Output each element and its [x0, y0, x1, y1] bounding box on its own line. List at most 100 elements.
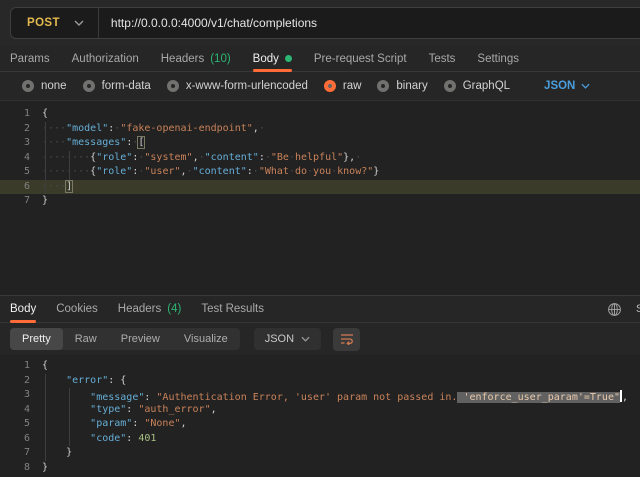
- code-line: 4 "type": "auth_error",: [0, 403, 640, 418]
- view-pretty[interactable]: Pretty: [10, 328, 63, 350]
- request-body-editor[interactable]: 1{2····"model":·"fake-openai-endpoint",·…: [0, 100, 640, 295]
- tab-label: Body: [253, 53, 279, 65]
- body-mode-none[interactable]: none: [22, 80, 67, 92]
- chevron-down-icon[interactable]: [74, 20, 84, 26]
- line-number: 2: [0, 122, 42, 137]
- code-content: ····"messages":·[: [42, 136, 144, 151]
- radio-icon: [444, 80, 456, 92]
- line-number: 8: [0, 461, 42, 476]
- code-line: 2 "error": {: [0, 374, 640, 389]
- tab-label: Authorization: [72, 53, 139, 65]
- body-modes: none form-data x-www-form-urlencoded raw bin…: [22, 80, 510, 92]
- code-content: {: [42, 359, 48, 374]
- code-content: "code": 401: [42, 432, 156, 447]
- body-mode-x-www-form-urlencoded[interactable]: x-www-form-urlencoded: [167, 80, 308, 92]
- tab-count-badge: (4): [167, 303, 181, 315]
- tab-label: Settings: [477, 53, 519, 65]
- line-number: 3: [0, 136, 42, 151]
- line-number: 2: [0, 374, 42, 389]
- save-response-button[interactable]: S: [636, 303, 640, 315]
- code-line: 8}: [0, 461, 640, 476]
- line-number: 4: [0, 403, 42, 418]
- body-mode-form-data[interactable]: form-data: [83, 80, 151, 92]
- code-content: "error": {: [42, 374, 126, 389]
- tab-label: Test Results: [201, 303, 264, 315]
- view-raw[interactable]: Raw: [63, 328, 109, 350]
- request-tab-settings[interactable]: Settings: [477, 46, 519, 71]
- line-number: 1: [0, 107, 42, 122]
- code-content: "message": "Authentication Error, 'user'…: [42, 388, 628, 403]
- green-dot-icon: [285, 55, 292, 62]
- code-content: }: [42, 194, 48, 209]
- response-view-switch: PrettyRawPreviewVisualize: [10, 328, 240, 350]
- request-language-select[interactable]: JSON: [544, 80, 590, 92]
- code-line: 2····"model":·"fake-openai-endpoint",·: [0, 122, 640, 137]
- code-content: ····"model":·"fake-openai-endpoint",·: [42, 122, 265, 137]
- response-tab-cookies[interactable]: Cookies: [56, 296, 98, 322]
- body-mode-binary[interactable]: binary: [377, 80, 427, 92]
- indent-guide: [45, 374, 46, 461]
- indent-guide: [45, 122, 46, 195]
- code-line: 7 }: [0, 446, 640, 461]
- body-mode-graphql[interactable]: GraphQL: [444, 80, 510, 92]
- line-number: 3: [0, 388, 42, 403]
- response-body-editor[interactable]: 1{2 "error": {3 "message": "Authenticati…: [0, 355, 640, 477]
- line-number: 7: [0, 194, 42, 209]
- code-line: 1{: [0, 107, 640, 122]
- code-content: {: [42, 107, 48, 122]
- request-tab-authorization[interactable]: Authorization: [72, 46, 139, 71]
- response-tab-body[interactable]: Body: [10, 296, 36, 322]
- tab-label: Headers: [118, 303, 161, 315]
- request-url-bar: POST http://0.0.0.0:4000/v1/chat/complet…: [0, 0, 640, 46]
- chevron-down-icon: [301, 336, 310, 342]
- code-content: }: [42, 446, 72, 461]
- url-container: POST http://0.0.0.0:4000/v1/chat/complet…: [10, 7, 640, 39]
- request-tab-pre-request-script[interactable]: Pre-request Script: [314, 46, 407, 71]
- code-content: ········{"role":·"system",·"content":·"B…: [42, 151, 361, 166]
- code-content: }: [42, 461, 48, 476]
- request-language-label: JSON: [544, 80, 575, 92]
- globe-icon[interactable]: [607, 302, 622, 317]
- method-selector[interactable]: POST: [11, 17, 74, 29]
- code-line: 3····"messages":·[: [0, 136, 640, 151]
- request-tab-params[interactable]: Params: [10, 46, 50, 71]
- code-line: 1{: [0, 359, 640, 374]
- radio-icon: [22, 80, 34, 92]
- line-number: 1: [0, 359, 42, 374]
- line-number: 5: [0, 417, 42, 432]
- line-number: 6: [0, 432, 42, 447]
- body-mode-raw[interactable]: raw: [324, 80, 362, 92]
- tab-count-badge: (10): [210, 53, 230, 65]
- response-tab-headers[interactable]: Headers (4): [118, 296, 182, 322]
- code-line: 5········{"role":·"user",·"content":·"Wh…: [0, 165, 640, 180]
- chevron-down-icon: [581, 83, 590, 89]
- wrap-text-icon: [340, 333, 354, 345]
- code-line: 6····]: [0, 180, 640, 195]
- tab-label: Headers: [161, 53, 204, 65]
- response-language-select[interactable]: JSON: [254, 328, 321, 350]
- mode-label: x-www-form-urlencoded: [186, 80, 308, 92]
- request-tab-headers[interactable]: Headers (10): [161, 46, 231, 71]
- tab-label: Params: [10, 53, 50, 65]
- code-line: 4········{"role":·"system",·"content":·"…: [0, 151, 640, 166]
- response-tab-test-results[interactable]: Test Results: [201, 296, 264, 322]
- mode-label: none: [41, 80, 67, 92]
- mode-label: form-data: [102, 80, 151, 92]
- view-preview[interactable]: Preview: [109, 328, 172, 350]
- code-line: 7}: [0, 194, 640, 209]
- radio-icon: [83, 80, 95, 92]
- tab-label: Pre-request Script: [314, 53, 407, 65]
- url-input[interactable]: http://0.0.0.0:4000/v1/chat/completions: [99, 16, 317, 30]
- body-mode-row: none form-data x-www-form-urlencoded raw bin…: [0, 72, 640, 100]
- wrap-text-button[interactable]: [333, 328, 360, 351]
- indent-guide: [69, 388, 70, 446]
- code-line: 3 "message": "Authentication Error, 'use…: [0, 388, 640, 403]
- request-tab-body[interactable]: Body: [253, 46, 292, 71]
- code-content: "param": "None",: [42, 417, 187, 432]
- view-visualize[interactable]: Visualize: [172, 328, 240, 350]
- line-number: 4: [0, 151, 42, 166]
- request-tab-tests[interactable]: Tests: [429, 46, 456, 71]
- radio-icon: [324, 80, 336, 92]
- code-line: 6 "code": 401: [0, 432, 640, 447]
- code-content: ········{"role":·"user",·"content":·"Wha…: [42, 165, 379, 180]
